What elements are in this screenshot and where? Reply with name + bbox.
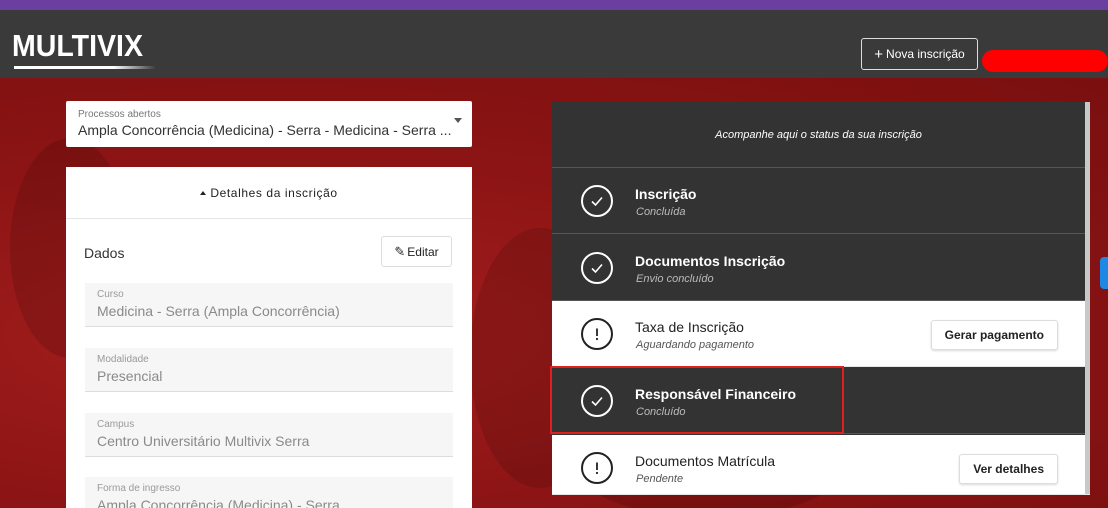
forma-ingresso-field: Forma de ingresso Ampla Concorrência (Me… <box>85 477 453 508</box>
status-step-documentos-matricula: Documentos Matrícula Pendente Ver detalh… <box>552 435 1085 495</box>
forma-ingresso-field-value: Ampla Concorrência (Medicina) - Serra <box>97 497 340 508</box>
forma-ingresso-field-label: Forma de ingresso <box>97 483 181 494</box>
navbar: MULTIVIX + Nova inscrição <box>0 10 1108 78</box>
modalidade-field-value: Presencial <box>97 368 163 384</box>
processos-abertos-select[interactable]: Processos abertos Ampla Concorrência (Me… <box>66 101 472 147</box>
ver-detalhes-button[interactable]: Ver detalhes <box>959 454 1058 484</box>
status-step-responsavel-financeiro: Responsável Financeiro Concluído <box>552 368 1085 434</box>
status-header: Acompanhe aqui o status da sua inscrição <box>552 102 1085 168</box>
redacted-user-name <box>982 50 1108 72</box>
status-panel: Acompanhe aqui o status da sua inscrição… <box>552 102 1085 495</box>
side-tab[interactable] <box>1100 257 1108 289</box>
exclamation-circle-icon <box>581 452 613 484</box>
status-step-subtitle: Envio concluído <box>636 273 714 285</box>
details-header-label: Detalhes da inscrição <box>210 185 338 200</box>
campus-field: Campus Centro Universitário Multivix Ser… <box>85 413 453 457</box>
processos-abertos-label: Processos abertos <box>78 109 161 120</box>
modalidade-field-label: Modalidade <box>97 354 149 365</box>
modalidade-field: Modalidade Presencial <box>85 348 453 392</box>
plus-icon: + <box>874 45 884 63</box>
pencil-icon: ✎ <box>394 243 406 259</box>
nova-inscricao-button[interactable]: + Nova inscrição <box>861 38 978 70</box>
gerar-pagamento-button[interactable]: Gerar pagamento <box>930 320 1058 350</box>
status-step-subtitle: Concluído <box>636 406 686 418</box>
status-step-title: Documentos Inscrição <box>635 253 786 269</box>
editar-button[interactable]: ✎ Editar <box>381 236 452 267</box>
status-step-documentos-inscricao: Documentos Inscrição Envio concluído <box>552 235 1085 301</box>
status-scrollbar-thumb[interactable] <box>1085 102 1090 494</box>
multivix-logo[interactable]: MULTIVIX <box>12 28 143 64</box>
editar-label: Editar <box>407 244 439 259</box>
curso-field-value: Medicina - Serra (Ampla Concorrência) <box>97 303 340 319</box>
status-step-title: Inscrição <box>635 186 697 202</box>
details-card: Detalhes da inscrição Dados ✎ Editar Cur… <box>66 167 472 508</box>
details-toggle[interactable]: Detalhes da inscrição <box>66 167 472 219</box>
curso-field-label: Curso <box>97 289 124 300</box>
window-top-strip <box>0 0 1108 10</box>
check-circle-icon <box>581 252 613 284</box>
curso-field: Curso Medicina - Serra (Ampla Concorrênc… <box>85 283 453 327</box>
exclamation-circle-icon <box>581 318 613 350</box>
status-step-title: Documentos Matrícula <box>635 453 776 469</box>
caret-up-icon <box>200 190 207 195</box>
status-step-title: Taxa de Inscrição <box>635 319 744 335</box>
status-step-inscricao: Inscrição Concluída <box>552 168 1085 234</box>
dados-label: Dados <box>84 245 125 261</box>
check-circle-icon <box>581 185 613 217</box>
check-circle-icon <box>581 385 613 417</box>
nova-inscricao-label: Nova inscrição <box>886 47 965 61</box>
processos-abertos-value: Ampla Concorrência (Medicina) - Serra - … <box>78 122 452 138</box>
status-step-subtitle: Pendente <box>636 473 684 485</box>
status-step-subtitle: Aguardando pagamento <box>636 339 755 351</box>
dados-row: Dados ✎ Editar <box>66 236 472 268</box>
status-step-title: Responsável Financeiro <box>635 386 797 402</box>
campus-field-value: Centro Universitário Multivix Serra <box>97 433 310 449</box>
logo-underline <box>14 66 156 69</box>
caret-down-icon <box>454 118 462 123</box>
campus-field-label: Campus <box>97 419 135 430</box>
status-step-subtitle: Concluída <box>636 206 686 218</box>
status-step-taxa-inscricao: Taxa de Inscrição Aguardando pagamento G… <box>552 301 1085 367</box>
